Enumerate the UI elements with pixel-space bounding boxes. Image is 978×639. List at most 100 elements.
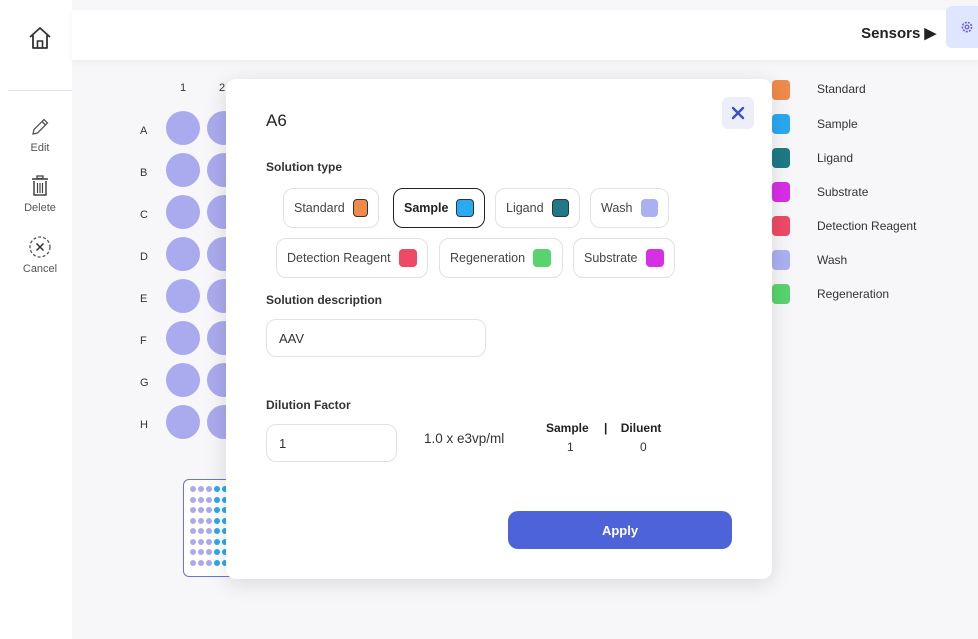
edit-tool[interactable]: Edit	[0, 116, 80, 154]
minimap-well	[190, 486, 196, 492]
sample-column-label: Sample	[546, 421, 589, 435]
minimap-well	[214, 549, 220, 555]
legend-label: Standard	[817, 82, 866, 96]
minimap-well	[214, 528, 220, 534]
row-label: F	[140, 335, 147, 347]
minimap-well	[206, 486, 212, 492]
solution-type-label: Solution type	[266, 160, 342, 174]
top-bar: Sensors ▶	[72, 10, 978, 60]
settings-button[interactable]	[946, 6, 978, 48]
chip-label: Ligand	[506, 201, 544, 215]
chip-sample[interactable]: Sample	[393, 188, 485, 228]
well-G1[interactable]	[166, 363, 200, 397]
minimap-well	[206, 528, 212, 534]
legend-swatch-ligand	[772, 148, 790, 168]
minimap-well	[198, 486, 204, 492]
well-A1[interactable]	[166, 111, 200, 145]
column-label: 2	[219, 82, 226, 94]
well-D1[interactable]	[166, 237, 200, 271]
chip-label: Detection Reagent	[287, 251, 391, 265]
dilution-factor-label: Dilution Factor	[266, 398, 351, 412]
apply-button[interactable]: Apply	[508, 511, 732, 549]
minimap-well	[190, 549, 196, 555]
legend-label: Detection Reagent	[817, 219, 917, 233]
minimap-well	[198, 538, 204, 545]
legend-label: Ligand	[817, 151, 854, 165]
minimap-well	[190, 496, 196, 503]
color-swatch	[640, 199, 658, 217]
minimap-well	[206, 559, 212, 566]
legend-swatch-wash	[772, 250, 790, 270]
color-swatch	[456, 199, 474, 217]
well-H1[interactable]	[166, 405, 200, 439]
rail-divider	[8, 90, 72, 91]
color-swatch	[352, 199, 368, 217]
legend-swatch-detection-reagent	[772, 216, 790, 236]
chip-detection-reagent[interactable]: Detection Reagent	[276, 238, 428, 278]
color-swatch	[533, 249, 552, 267]
dilution-factor-input[interactable]	[266, 424, 397, 462]
chip-label: Sample	[404, 201, 449, 215]
close-button[interactable]	[722, 97, 754, 129]
legend-swatch-sample	[772, 114, 790, 134]
well-B1[interactable]	[166, 153, 200, 187]
row-label: H	[140, 419, 148, 431]
minimap-well	[206, 507, 212, 513]
well-E1[interactable]	[166, 279, 200, 313]
minimap-well	[198, 496, 204, 503]
minimap-well	[214, 538, 220, 545]
close-icon	[731, 106, 745, 120]
left-toolbar: Edit Delete Cancel	[0, 0, 72, 639]
minimap-well	[198, 549, 204, 555]
minimap-well	[190, 528, 196, 534]
minimap-well	[198, 528, 204, 534]
minimap-well	[214, 517, 220, 524]
minimap-well	[190, 507, 196, 513]
chip-regeneration[interactable]: Regeneration	[439, 238, 563, 278]
sample-ratio-value: 1	[567, 440, 574, 454]
ratio-separator: |	[604, 421, 608, 435]
chip-label: Wash	[601, 201, 633, 215]
gear-icon	[961, 21, 973, 33]
row-label: B	[140, 167, 148, 179]
solution-description-input[interactable]	[266, 319, 486, 357]
cancel-label: Cancel	[22, 263, 58, 275]
diluent-ratio-value: 0	[640, 440, 647, 454]
color-swatch	[551, 199, 569, 217]
chip-wash[interactable]: Wash	[590, 188, 669, 228]
minimap-well	[214, 559, 220, 566]
cancel-circle-icon	[29, 236, 51, 258]
chip-ligand[interactable]: Ligand	[495, 188, 580, 228]
minimap-well	[190, 517, 196, 524]
row-label: C	[140, 209, 148, 221]
color-swatch	[398, 249, 417, 267]
well-C1[interactable]	[166, 195, 200, 229]
minimap-well	[206, 549, 212, 555]
color-swatch	[645, 249, 664, 267]
minimap-well	[198, 517, 204, 524]
row-label: E	[140, 293, 148, 305]
row-label: G	[140, 377, 149, 389]
chip-substrate[interactable]: Substrate	[573, 238, 675, 278]
minimap-well	[190, 538, 196, 545]
well-F1[interactable]	[166, 321, 200, 355]
home-icon[interactable]	[26, 24, 54, 52]
minimap-well	[206, 496, 212, 503]
minimap-well	[214, 496, 220, 503]
minimap-well	[214, 486, 220, 492]
sensors-button[interactable]: Sensors ▶	[861, 24, 936, 42]
delete-tool[interactable]: Delete	[0, 174, 80, 214]
legend-label: Wash	[817, 253, 848, 267]
trash-icon	[32, 175, 48, 196]
minimap-well	[190, 559, 196, 566]
minimap-well	[206, 538, 212, 545]
legend-label: Sample	[817, 117, 858, 131]
legend-swatch-standard	[772, 80, 790, 100]
chip-standard[interactable]: Standard	[283, 188, 379, 228]
minimap-well	[198, 507, 204, 513]
cancel-tool[interactable]: Cancel	[0, 235, 80, 275]
legend-swatch-regeneration	[772, 284, 790, 304]
minimap-well	[206, 517, 212, 524]
well-edit-dialog: A6 Solution type Standard Sample Ligand …	[226, 79, 772, 579]
delete-label: Delete	[24, 202, 56, 214]
